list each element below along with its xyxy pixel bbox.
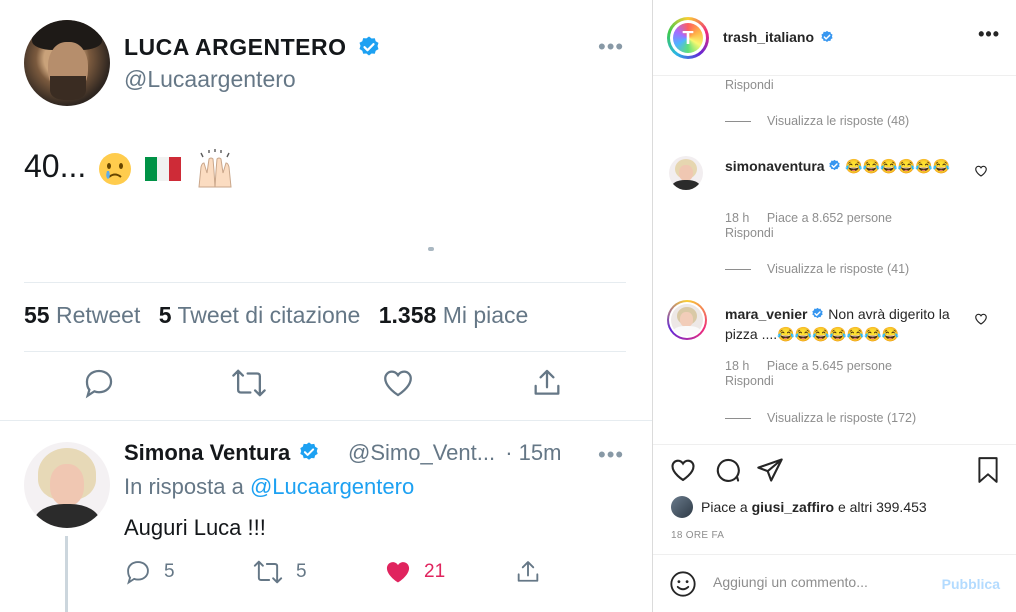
view-replies-label: Visualizza le risposte (48) (767, 114, 910, 128)
publish-button[interactable]: Pubblica (942, 576, 1000, 592)
instagram-header: T trash_italiano ••• (653, 0, 1016, 76)
likes-stat[interactable]: 1.358 Mi piace (379, 302, 529, 328)
comment: simonaventura 😂😂😂😂😂😂 (725, 156, 961, 176)
divider (653, 554, 1016, 555)
reply-author-handle[interactable]: @Simo_Vent... · 15m (348, 440, 561, 466)
reply-more-icon[interactable]: ••• (598, 442, 624, 468)
quotes-stat[interactable]: 5 Tweet di citazione (159, 302, 361, 328)
tweet-text-content: 40... (24, 148, 87, 184)
reply-context: In risposta a @Lucaargentero (124, 474, 414, 500)
comment-text: 😂😂😂😂😂😂 (845, 158, 950, 174)
verified-badge-icon (812, 308, 824, 319)
tweet-stats: 55 Retweet 5 Tweet di citazione 1.358 Mi… (24, 302, 528, 329)
verified-badge-icon (359, 36, 379, 56)
share-icon (517, 561, 539, 582)
reply-link[interactable]: Rispondi (725, 226, 774, 240)
divider (653, 444, 1016, 445)
send-icon[interactable] (756, 456, 784, 484)
tweet-separator (0, 420, 652, 421)
author-handle[interactable]: @Lucaargentero (124, 66, 296, 93)
reply-action-row: 5 5 21 (124, 558, 554, 588)
thread-line (65, 536, 68, 612)
comment-meta: 18 h Piace a 8.652 persone (725, 211, 892, 225)
heart-filled-icon (386, 562, 410, 583)
divider (24, 351, 626, 352)
verified-badge-icon (821, 30, 833, 42)
reply-reply-button[interactable]: 5 (124, 558, 175, 586)
retweets-stat[interactable]: 55 Retweet (24, 302, 140, 328)
reply-retweet-button[interactable]: 5 (252, 558, 307, 586)
comment: mara_venier Non avrà digerito la pizza .… (725, 304, 961, 344)
comment-time[interactable]: 18 h (725, 359, 749, 373)
reply-icon[interactable] (82, 366, 116, 400)
likes-suffix[interactable]: e altri 399.453 (838, 499, 927, 515)
like-icon[interactable] (381, 366, 415, 400)
view-replies-label: Visualizza le risposte (172) (767, 411, 917, 425)
comment-input[interactable] (713, 574, 933, 590)
italy-flag-icon (145, 156, 182, 181)
reply-timestamp[interactable]: · 15m (505, 440, 561, 465)
post-time[interactable]: 18 ORE FA (671, 530, 724, 541)
emoji-icon[interactable] (669, 570, 697, 598)
liker-avatar[interactable] (671, 496, 693, 518)
reply-like-button[interactable]: 21 (384, 558, 445, 586)
trash-logo-icon: T (673, 23, 703, 53)
liker-username[interactable]: giusi_zaffiro (752, 499, 834, 515)
view-replies-button[interactable]: Visualizza le risposte (41) (725, 262, 909, 276)
profile-username[interactable]: trash_italiano (723, 29, 834, 45)
tweet-text: 40... (24, 148, 237, 189)
post-likes[interactable]: Piace a giusi_zaffiro e altri 399.453 (671, 496, 927, 518)
instagram-pane: T trash_italiano ••• Rispondi Visualizza… (653, 0, 1016, 612)
reply-context-link[interactable]: @Lucaargentero (250, 474, 414, 499)
profile-username-text: trash_italiano (723, 29, 815, 45)
author-avatar[interactable] (24, 20, 110, 106)
reply-author-name[interactable]: Simona Ventura (124, 440, 320, 466)
media-mark (428, 247, 434, 251)
tweet-pane: LUCA ARGENTERO @Lucaargentero ••• 40... (0, 0, 652, 612)
comment-time[interactable]: 18 h (725, 211, 749, 225)
reply-reply-count: 5 (164, 561, 175, 582)
crying-face-icon (99, 152, 132, 185)
view-replies-button[interactable]: Visualizza le risposte (48) (725, 114, 909, 128)
reply-like-count: 21 (424, 561, 446, 582)
verified-badge-icon (829, 160, 841, 171)
comment-like-icon[interactable] (974, 312, 988, 326)
reply-retweet-count: 5 (296, 561, 307, 582)
commenter-username[interactable]: simonaventura (725, 158, 825, 174)
divider (24, 282, 626, 283)
reply-text: Auguri Luca !!! (124, 515, 266, 540)
share-icon[interactable] (530, 366, 564, 400)
tweet-more-icon[interactable]: ••• (598, 34, 624, 60)
view-replies-label: Visualizza le risposte (41) (767, 262, 910, 276)
raising-hands-icon (198, 148, 232, 188)
likes-prefix: Piace a (701, 499, 748, 515)
author-name-text: LUCA ARGENTERO (124, 34, 347, 60)
commenter-avatar[interactable] (669, 156, 703, 190)
reply-share-button[interactable] (514, 558, 542, 586)
bookmark-icon[interactable] (975, 456, 1001, 484)
retweet-icon[interactable] (230, 366, 268, 400)
retweet-icon (253, 560, 283, 584)
commenter-username[interactable]: mara_venier (725, 306, 808, 322)
comment-icon[interactable] (713, 456, 741, 484)
profile-avatar[interactable]: T (667, 17, 709, 59)
author-name[interactable]: LUCA ARGENTERO (124, 34, 381, 61)
comment-like-icon[interactable] (974, 164, 988, 178)
reply-link[interactable]: Rispondi (725, 374, 774, 388)
comment-likes[interactable]: Piace a 8.652 persone (767, 211, 892, 225)
tweet-action-row (0, 366, 652, 406)
comment-likes[interactable]: Piace a 5.645 persone (767, 359, 892, 373)
post-options-icon[interactable]: ••• (978, 24, 1000, 45)
reply-handle-text: @Simo_Vent... (348, 440, 496, 465)
verified-badge-icon (300, 442, 319, 460)
reply-author-name-text: Simona Ventura (124, 440, 291, 465)
reply-link[interactable]: Rispondi (725, 78, 774, 92)
reply-icon (127, 561, 149, 585)
like-icon[interactable] (669, 456, 697, 484)
reply-context-prefix: In risposta a (124, 474, 244, 499)
commenter-avatar[interactable] (667, 300, 707, 340)
comment-meta: 18 h Piace a 5.645 persone (725, 359, 892, 373)
view-replies-button[interactable]: Visualizza le risposte (172) (725, 411, 916, 425)
reply-author-avatar[interactable] (24, 442, 110, 528)
